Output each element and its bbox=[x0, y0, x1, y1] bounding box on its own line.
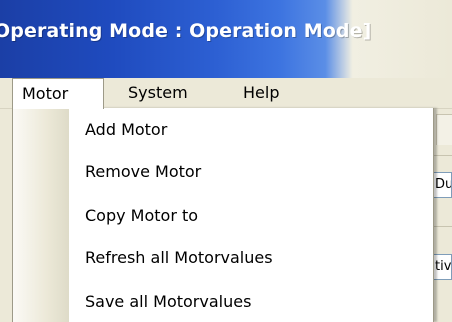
background-field-1[interactable]: Du bbox=[432, 172, 452, 198]
background-divider-2 bbox=[432, 226, 452, 227]
menu-item-refresh-all-motorvalues[interactable]: Refresh all Motorvalues bbox=[69, 238, 429, 278]
background-tab[interactable] bbox=[436, 114, 452, 145]
menu-item-copy-motor-to[interactable]: Copy Motor to bbox=[69, 196, 429, 236]
menu-item-copy-motor-to-label: Copy Motor to bbox=[85, 206, 199, 225]
menu-system-label: System bbox=[128, 83, 188, 102]
menu-item-add-motor[interactable]: Add Motor bbox=[69, 110, 429, 150]
menu-motor[interactable]: Motor bbox=[12, 78, 104, 109]
menu-item-save-all-motorvalues-label: Save all Motorvalues bbox=[85, 292, 252, 311]
menu-item-remove-motor-label: Remove Motor bbox=[85, 162, 202, 181]
background-field-2-text: tiv bbox=[435, 259, 452, 274]
menu-item-add-motor-label: Add Motor bbox=[85, 120, 168, 139]
background-field-1-text: Du bbox=[435, 177, 452, 192]
menu-bar: Motor System Help bbox=[0, 78, 452, 109]
menu-help-label: Help bbox=[243, 83, 280, 102]
menu-icon-gutter bbox=[13, 108, 69, 322]
menu-item-save-all-motorvalues[interactable]: Save all Motorvalues bbox=[69, 282, 429, 322]
window-title: Operating Mode : Operation Mode] bbox=[0, 20, 372, 42]
menu-item-remove-motor[interactable]: Remove Motor bbox=[69, 152, 429, 192]
menu-motor-label: Motor bbox=[22, 84, 69, 103]
background-divider bbox=[432, 155, 452, 156]
motor-dropdown-menu: Add Motor Remove Motor Copy Motor to Ref… bbox=[12, 108, 434, 322]
window-title-bar[interactable]: Operating Mode : Operation Mode] bbox=[0, 0, 452, 78]
menu-help[interactable]: Help bbox=[243, 78, 293, 108]
background-field-2[interactable]: tiv bbox=[432, 254, 452, 280]
menu-system[interactable]: System bbox=[128, 78, 208, 108]
menu-item-refresh-all-motorvalues-label: Refresh all Motorvalues bbox=[85, 248, 273, 267]
